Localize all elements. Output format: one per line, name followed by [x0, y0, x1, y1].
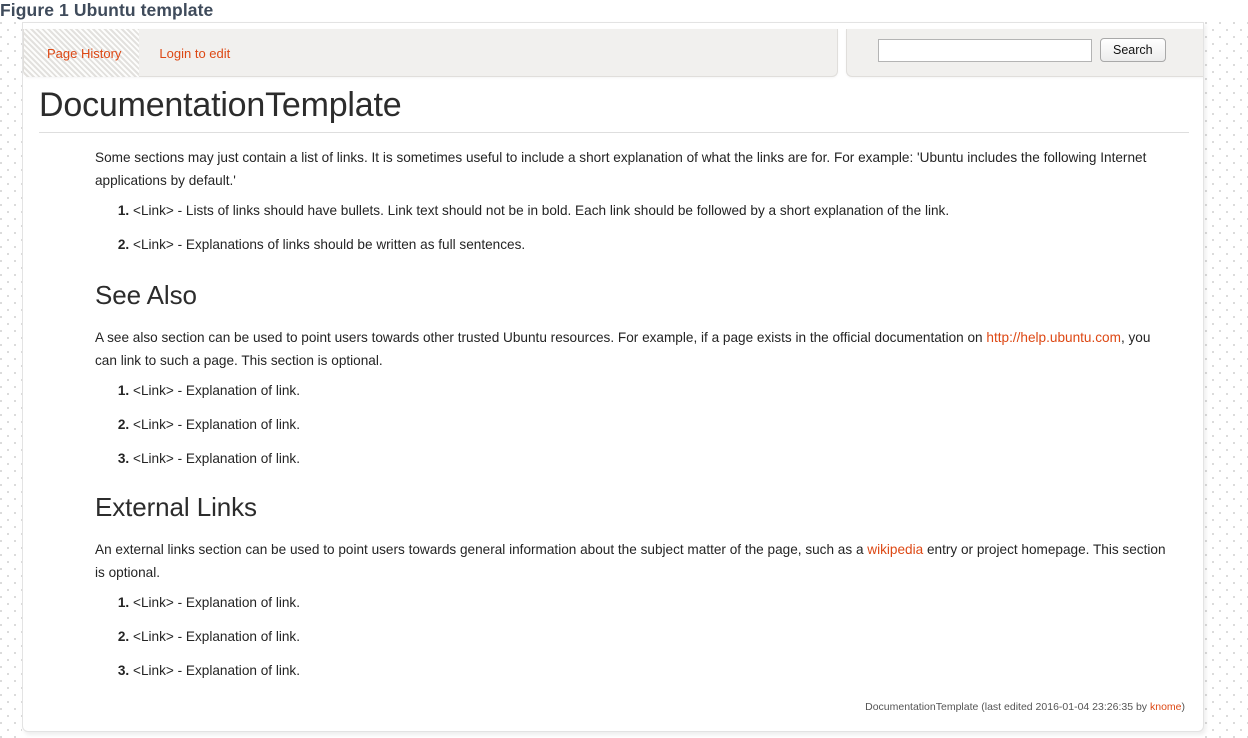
list-item: <Link> - Explanations of links should be… — [133, 233, 1169, 256]
dotted-margin-right-decoration — [1205, 22, 1248, 738]
footer-by-text: by — [1133, 701, 1150, 713]
top-navigation-row: Page History Login to edit Search — [23, 29, 1203, 77]
intro-paragraph: Some sections may just contain a list of… — [95, 150, 1147, 188]
footer-suffix: ) — [1181, 701, 1186, 713]
nav-link-login-to-edit[interactable]: Login to edit — [159, 46, 230, 61]
search-button[interactable]: Search — [1100, 38, 1166, 62]
list-item: <Link> - Explanation of link. — [133, 447, 1169, 470]
nav-link-page-history[interactable]: Page History — [47, 46, 121, 61]
nav-links-group: Page History Login to edit — [24, 29, 230, 77]
wiki-page-frame: Page History Login to edit Search Docume… — [22, 22, 1204, 732]
footer-edited-prefix: (last edited — [978, 701, 1036, 713]
search-input[interactable] — [878, 38, 1092, 62]
see-also-link-list: <Link> - Explanation of link. <Link> - E… — [95, 379, 1169, 470]
nav-links-panel: Page History Login to edit — [23, 29, 838, 77]
footer-timestamp: 2016-01-04 23:26:35 — [1035, 701, 1134, 713]
page-footer: DocumentationTemplate (last edited 2016-… — [865, 701, 1185, 713]
external-links-paragraph: An external links section can be used to… — [95, 538, 1169, 584]
figure-caption: Figure 1 Ubuntu template — [0, 0, 214, 20]
title-divider — [39, 132, 1189, 133]
external-links-text-before: An external links section can be used to… — [95, 542, 868, 557]
search-form: Search — [878, 38, 1166, 62]
section-heading-see-also: See Also — [95, 280, 197, 310]
page-title: DocumentationTemplate — [39, 86, 402, 124]
intro-link-list: <Link> - Lists of links should have bull… — [95, 199, 1169, 256]
list-item: <Link> - Lists of links should have bull… — [133, 199, 1169, 222]
see-also-paragraph: A see also section can be used to point … — [95, 326, 1169, 372]
list-item: <Link> - Explanation of link. — [133, 413, 1169, 436]
see-also-text-before: A see also section can be used to point … — [95, 330, 987, 345]
list-item: <Link> - Explanation of link. — [133, 591, 1169, 614]
external-links-link-list: <Link> - Explanation of link. <Link> - E… — [95, 591, 1169, 682]
footer-page-name: DocumentationTemplate — [865, 701, 979, 713]
section-heading-external-links: External Links — [95, 492, 257, 522]
page-body: Some sections may just contain a list of… — [23, 146, 1203, 682]
list-item: <Link> - Explanation of link. — [133, 659, 1169, 682]
wikipedia-link[interactable]: wikipedia — [867, 542, 923, 557]
search-panel: Search — [846, 29, 1203, 77]
page-content: DocumentationTemplate Some sections may … — [23, 77, 1203, 682]
help-ubuntu-link[interactable]: http://help.ubuntu.com — [986, 330, 1121, 345]
dotted-margin-left-decoration — [0, 22, 22, 738]
list-item: <Link> - Explanation of link. — [133, 379, 1169, 402]
footer-editor-link[interactable]: knome — [1150, 701, 1182, 713]
list-item: <Link> - Explanation of link. — [133, 625, 1169, 648]
